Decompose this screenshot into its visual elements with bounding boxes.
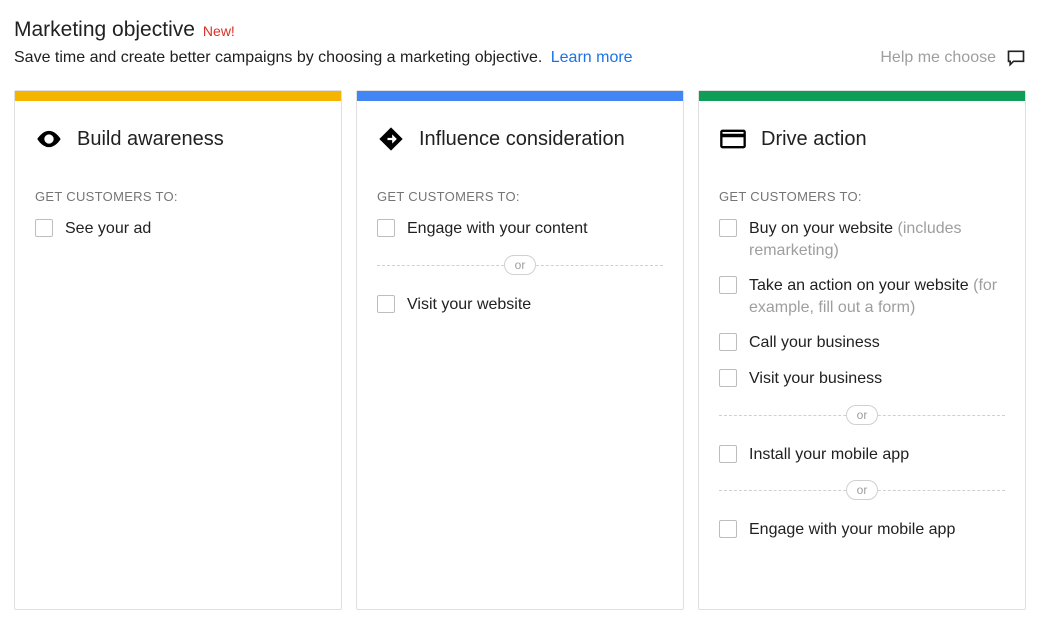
new-badge: New! — [203, 23, 235, 39]
checkbox[interactable] — [719, 276, 737, 294]
section-label: GET CUSTOMERS TO: — [719, 189, 1005, 204]
card-accent-action — [699, 91, 1025, 101]
checkbox[interactable] — [35, 219, 53, 237]
directions-icon — [377, 125, 405, 153]
checkbox[interactable] — [719, 445, 737, 463]
or-pill: or — [846, 405, 879, 425]
chat-bubble-icon — [1006, 48, 1026, 68]
eye-icon — [35, 125, 63, 153]
card-influence-consideration: Influence consideration GET CUSTOMERS TO… — [356, 90, 684, 610]
option-label: Take an action on your website (for exam… — [749, 275, 1005, 318]
card-title-consideration: Influence consideration — [419, 128, 625, 151]
card-build-awareness: Build awareness GET CUSTOMERS TO: See yo… — [14, 90, 342, 610]
option-label: Visit your business — [749, 368, 882, 390]
option-take-action-website[interactable]: Take an action on your website (for exam… — [719, 275, 1005, 318]
checkbox[interactable] — [719, 369, 737, 387]
option-buy-website[interactable]: Buy on your website (includes remarketin… — [719, 218, 1005, 261]
help-label: Help me choose — [880, 49, 996, 67]
option-call-business[interactable]: Call your business — [719, 332, 1005, 354]
or-divider: or — [719, 404, 1005, 426]
card-title-action: Drive action — [761, 128, 867, 151]
option-label: Install your mobile app — [749, 444, 909, 466]
option-label: Visit your website — [407, 294, 531, 316]
card-accent-awareness — [15, 91, 341, 101]
option-label: Engage with your content — [407, 218, 588, 240]
card-title-awareness: Build awareness — [77, 128, 224, 151]
or-pill: or — [846, 480, 879, 500]
option-label: Engage with your mobile app — [749, 519, 955, 541]
checkbox[interactable] — [377, 219, 395, 237]
option-label: See your ad — [65, 218, 151, 240]
page-title: Marketing objective — [14, 18, 195, 42]
section-label: GET CUSTOMERS TO: — [35, 189, 321, 204]
or-pill: or — [504, 255, 537, 275]
checkbox[interactable] — [719, 520, 737, 538]
card-drive-action: Drive action GET CUSTOMERS TO: Buy on yo… — [698, 90, 1026, 610]
credit-card-icon — [719, 125, 747, 153]
option-label: Call your business — [749, 332, 880, 354]
learn-more-link[interactable]: Learn more — [551, 49, 633, 66]
help-me-choose-button[interactable]: Help me choose — [880, 48, 1026, 68]
card-accent-consideration — [357, 91, 683, 101]
or-divider: or — [377, 254, 663, 276]
section-label: GET CUSTOMERS TO: — [377, 189, 663, 204]
or-divider: or — [719, 479, 1005, 501]
checkbox[interactable] — [719, 333, 737, 351]
option-label: Buy on your website (includes remarketin… — [749, 218, 1005, 261]
option-install-app[interactable]: Install your mobile app — [719, 444, 1005, 466]
option-engage-app[interactable]: Engage with your mobile app — [719, 519, 1005, 541]
option-engage-content[interactable]: Engage with your content — [377, 218, 663, 240]
subtitle: Save time and create better campaigns by… — [14, 49, 542, 66]
option-see-your-ad[interactable]: See your ad — [35, 218, 321, 240]
checkbox[interactable] — [719, 219, 737, 237]
checkbox[interactable] — [377, 295, 395, 313]
option-visit-business[interactable]: Visit your business — [719, 368, 1005, 390]
option-visit-website[interactable]: Visit your website — [377, 294, 663, 316]
